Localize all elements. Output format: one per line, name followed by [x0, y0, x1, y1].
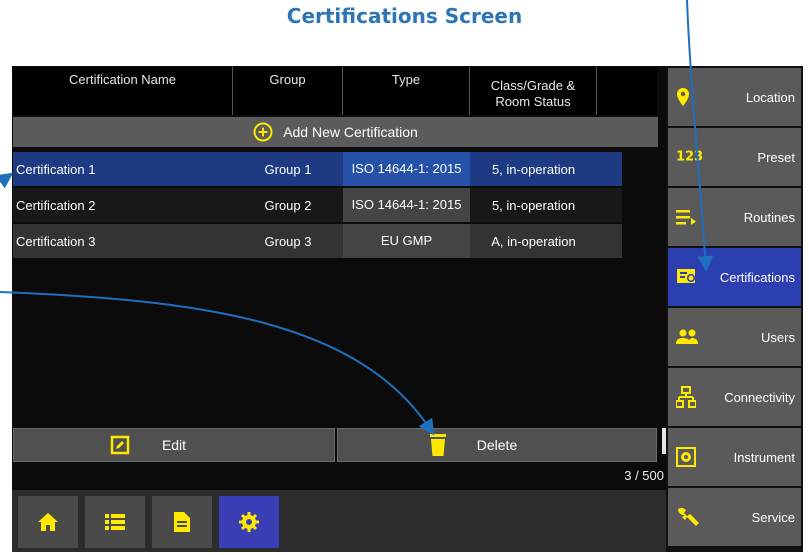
delete-button[interactable]: Delete — [337, 428, 657, 462]
cell-type: ISO 14644-1: 2015 — [343, 152, 470, 186]
device-screen: Certification Name Group Type Class/Grad… — [12, 66, 803, 552]
cell-class: 5, in-operation — [491, 197, 576, 213]
arrow-to-row — [0, 172, 14, 189]
table-row[interactable]: Certification 1 Group 1 ISO 14644-1: 201… — [13, 152, 622, 186]
header-class-line2: Room Status — [495, 93, 571, 109]
wrench-icon — [677, 507, 699, 526]
add-new-certification-button[interactable]: Add New Certification — [13, 117, 658, 147]
document-icon — [174, 512, 190, 532]
cell-type: EU GMP — [343, 224, 470, 258]
sidebar-item-users[interactable]: Users — [668, 308, 801, 366]
header-type[interactable]: Type — [343, 67, 470, 115]
cell-class: A, in-operation — [491, 233, 576, 249]
sidebar-item-location[interactable]: Location — [668, 68, 801, 126]
delete-label: Delete — [476, 437, 518, 453]
header-class-line1: Class/Grade & — [490, 77, 576, 93]
list-tab[interactable] — [85, 496, 145, 548]
home-tab[interactable] — [18, 496, 78, 548]
home-icon — [38, 513, 58, 531]
edit-button[interactable]: Edit — [13, 428, 335, 462]
settings-tab[interactable] — [219, 496, 279, 548]
sidebar-item-routines[interactable]: Routines — [668, 188, 801, 246]
table-row[interactable]: Certification 2 Group 2 ISO 14644-1: 201… — [13, 188, 622, 222]
page-title: Certifications Screen — [286, 4, 523, 28]
users-icon — [676, 329, 698, 344]
network-icon — [676, 386, 696, 408]
sidebar-item-label: Routines — [743, 209, 795, 225]
sidebar-item-label: Preset — [757, 149, 795, 165]
gear-icon — [239, 512, 259, 532]
location-pin-icon — [677, 88, 689, 106]
header-certification-name[interactable]: Certification Name — [13, 67, 233, 115]
sidebar: Location 123 Preset Routines Certificati… — [666, 66, 803, 552]
sidebar-item-service[interactable]: Service — [668, 488, 801, 546]
sidebar-item-label: Service — [751, 509, 795, 525]
sidebar-item-label: Instrument — [733, 449, 795, 465]
sidebar-item-connectivity[interactable]: Connectivity — [668, 368, 801, 426]
cell-class: 5, in-operation — [491, 161, 576, 177]
edit-icon — [110, 435, 130, 455]
cell-type: ISO 14644-1: 2015 — [343, 188, 470, 222]
routines-icon — [676, 210, 696, 225]
record-count: 3 / 500 — [624, 468, 664, 483]
cell-group: Group 3 — [264, 233, 312, 249]
list-icon — [105, 514, 125, 530]
cell-name: Certification 2 — [16, 197, 96, 213]
trash-icon — [430, 434, 446, 456]
cell-group: Group 2 — [264, 197, 312, 213]
sidebar-item-certifications[interactable]: Certifications — [668, 248, 801, 306]
sidebar-item-label: Location — [745, 89, 795, 105]
table-row[interactable]: Certification 3 Group 3 EU GMP A, in-ope… — [13, 224, 622, 258]
table-header: Certification Name Group Type Class/Grad… — [13, 67, 657, 115]
numbers-icon: 123 — [676, 149, 704, 165]
edit-label: Edit — [161, 437, 187, 453]
cell-group: Group 1 — [264, 161, 312, 177]
cell-name: Certification 3 — [16, 233, 96, 249]
document-tab[interactable] — [152, 496, 212, 548]
header-class-grade[interactable]: Class/Grade & Room Status — [470, 67, 597, 115]
sidebar-item-label: Users — [761, 329, 795, 345]
cell-name: Certification 1 — [16, 161, 96, 177]
certificate-icon — [677, 269, 695, 283]
instrument-icon — [676, 447, 696, 467]
sidebar-item-instrument[interactable]: Instrument — [668, 428, 801, 486]
sidebar-item-label: Certifications — [719, 269, 795, 285]
header-spacer — [597, 67, 657, 115]
header-group[interactable]: Group — [233, 67, 343, 115]
bottom-tab-bar — [12, 490, 666, 552]
add-new-certification-label: Add New Certification — [283, 124, 418, 140]
sidebar-item-preset[interactable]: 123 Preset — [668, 128, 801, 186]
plus-circle-icon — [253, 122, 273, 142]
sidebar-item-label: Connectivity — [724, 389, 795, 405]
